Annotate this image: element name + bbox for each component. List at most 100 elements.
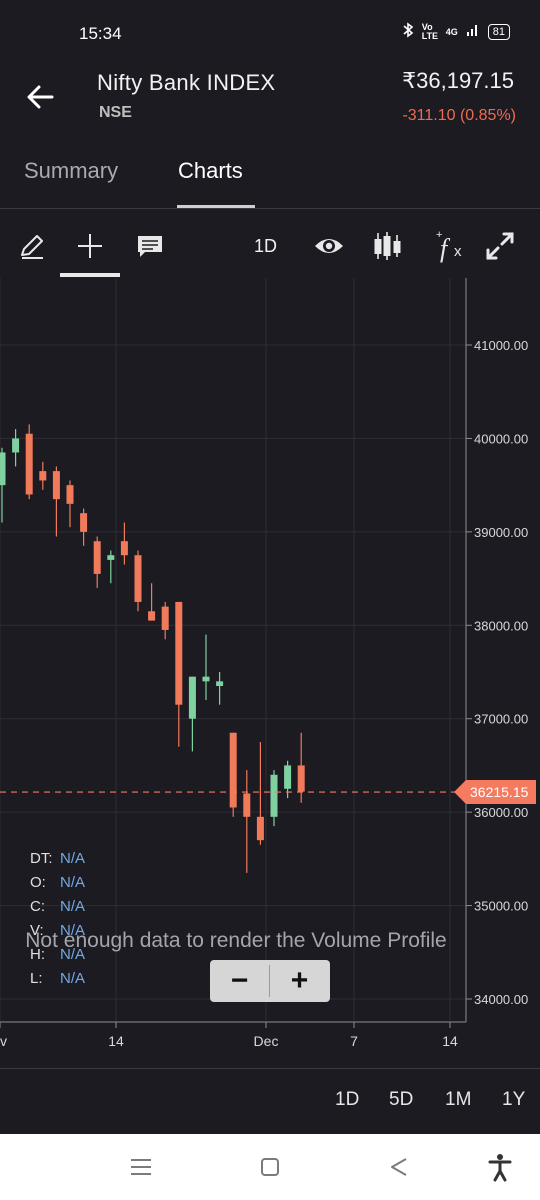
y-tick-label: 37000.00: [474, 712, 528, 727]
active-tool-indicator: [60, 273, 120, 277]
indicators-button[interactable]: + f x: [432, 228, 470, 264]
legend-row: C: N/A: [30, 898, 85, 922]
eye-icon: [315, 239, 343, 253]
network-label: Vo LTE: [421, 21, 439, 41]
exchange-label: NSE: [99, 104, 132, 121]
candle-body: [52, 471, 60, 500]
signal-icon: [466, 23, 480, 40]
fullscreen-button[interactable]: [482, 228, 518, 264]
range-1m-button[interactable]: 1M: [445, 1089, 471, 1111]
battery-icon: 81: [487, 23, 510, 40]
tab-summary[interactable]: Summary: [24, 158, 118, 184]
legend-row: L: N/A: [30, 970, 85, 994]
candle-body: [216, 681, 224, 687]
candle-body: [175, 601, 183, 705]
range-1y-button[interactable]: 1Y: [502, 1089, 525, 1111]
candle-body: [134, 555, 142, 602]
tab-charts[interactable]: Charts: [178, 158, 243, 184]
zoom-in-button[interactable]: +: [270, 960, 329, 1002]
y-tick-label: 35000.00: [474, 899, 528, 914]
recent-apps-button[interactable]: [128, 1155, 154, 1184]
home-square-icon: [261, 1158, 279, 1176]
system-back-button[interactable]: [386, 1154, 412, 1185]
zoom-control: − +: [210, 960, 330, 1002]
y-tick-label: 38000.00: [474, 618, 528, 633]
candle-body: [270, 774, 278, 817]
back-button[interactable]: [24, 80, 58, 114]
candle-body: [12, 438, 20, 453]
last-price: ₹36,197.15: [402, 68, 514, 93]
candle-body: [297, 765, 305, 792]
candle-body: [202, 676, 210, 682]
visibility-button[interactable]: [310, 228, 348, 264]
candle-body: [161, 606, 169, 630]
candle-body: [39, 471, 47, 481]
x-tick-label: v: [0, 1033, 7, 1049]
y-tick-label: 36000.00: [474, 805, 528, 820]
candle-body: [284, 765, 292, 789]
candle-body: [188, 676, 196, 719]
candle-body: [80, 513, 88, 532]
x-tick-label: 7: [350, 1033, 358, 1049]
home-button[interactable]: [257, 1154, 283, 1185]
status-time: 15:34: [79, 24, 122, 43]
range-1d-button[interactable]: 1D: [335, 1089, 359, 1111]
svg-text:f: f: [440, 234, 451, 263]
status-bar: 15:34 Vo LTE 4G 81: [0, 0, 540, 66]
legend-value: N/A: [60, 874, 86, 891]
legend-key: C:: [30, 898, 45, 915]
legend-key: DT:: [30, 850, 53, 867]
bluetooth-icon: [402, 22, 414, 41]
accessibility-button[interactable]: [487, 1152, 513, 1187]
fullscreen-icon: [486, 232, 514, 260]
svg-text:x: x: [454, 243, 462, 260]
back-arrow-icon: [27, 85, 54, 109]
legend-value: N/A: [60, 850, 86, 867]
crosshair-icon: [78, 234, 102, 258]
y-tick-label: 40000.00: [474, 431, 528, 446]
candle-body: [256, 816, 264, 841]
draw-tool-button[interactable]: [14, 228, 50, 264]
y-tick-label: 34000.00: [474, 992, 528, 1007]
legend-value: N/A: [60, 970, 86, 987]
function-icon: + f x: [436, 229, 462, 263]
pencil-icon: [21, 235, 43, 259]
candle-body: [0, 452, 6, 486]
y-tick-label: 39000.00: [474, 525, 528, 540]
crosshair-tool-button[interactable]: [72, 228, 108, 264]
comment-icon: [138, 236, 162, 257]
candle-body: [93, 541, 101, 574]
legend-row: DT: N/A: [30, 850, 85, 874]
chart-type-button[interactable]: [370, 228, 408, 264]
legend-key: L:: [30, 970, 43, 987]
x-tick-label: 14: [442, 1033, 458, 1049]
tabs-divider: [0, 208, 540, 209]
candle-body: [107, 555, 115, 560]
back-triangle-icon: [391, 1158, 407, 1176]
volume-profile-message: Not enough data to render the Volume Pro…: [25, 929, 447, 952]
x-tick-label: 14: [108, 1033, 124, 1049]
status-icons: Vo LTE 4G 81: [402, 22, 510, 41]
legend-key: O:: [30, 874, 46, 891]
range-5d-button[interactable]: 5D: [389, 1089, 413, 1111]
legend-value: N/A: [60, 898, 86, 915]
system-nav-bar: [0, 1134, 540, 1200]
zoom-out-button[interactable]: −: [210, 960, 269, 1002]
candle-body: [120, 541, 128, 556]
range-divider: [0, 1068, 540, 1069]
candle-body: [148, 611, 156, 621]
candle-body: [243, 793, 251, 817]
signal-label: 4G: [445, 26, 458, 37]
candlestick-icon: [374, 232, 401, 260]
y-tick-label: 41000.00: [474, 338, 528, 353]
interval-selector[interactable]: 1D: [254, 236, 277, 257]
comment-tool-button[interactable]: [132, 228, 168, 264]
candle-body: [66, 485, 74, 504]
legend-row: O: N/A: [30, 874, 85, 898]
price-change: -311.10 (0.85%): [402, 107, 516, 124]
accessibility-icon: [488, 1154, 512, 1182]
current-price-label: 36215.15: [470, 784, 529, 800]
x-tick-label: Dec: [254, 1033, 279, 1049]
candle-body: [229, 732, 237, 808]
candle-body: [25, 433, 33, 495]
